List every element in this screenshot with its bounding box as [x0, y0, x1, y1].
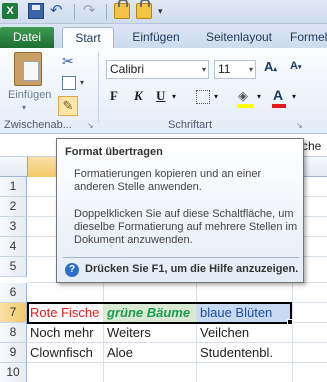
ribbon: Einfügen ▾ ✂ ▾ ✎ Zwischenab... ↘ Calibri… — [0, 48, 327, 134]
row-header[interactable]: 8 — [0, 323, 27, 343]
font-size-value: 11 — [218, 62, 231, 76]
row-header[interactable]: 9 — [0, 343, 27, 363]
shrink-font-icon[interactable]: A▾ — [290, 60, 301, 72]
dialog-launcher-icon[interactable]: ↘ — [296, 121, 303, 130]
cell[interactable]: Noch mehr — [27, 323, 103, 342]
lock-icon[interactable] — [114, 0, 130, 19]
quick-access-toolbar: X ↶ ↷ ▾ — [0, 0, 327, 24]
row-header[interactable]: 6 — [0, 283, 27, 303]
row-header[interactable]: 3 — [0, 217, 27, 237]
font-name-dropdown[interactable]: Calibri ▾ — [106, 60, 209, 79]
cell[interactable]: Clownfisch — [27, 343, 103, 362]
dialog-launcher-icon[interactable]: ↘ — [87, 121, 94, 130]
tab-seitenlayout[interactable]: Seitenlayout — [196, 27, 282, 48]
format-painter-tooltip: Format übertragen Formatierungen kopiere… — [56, 138, 304, 283]
fill-handle[interactable] — [287, 319, 293, 325]
unlock-icon[interactable] — [136, 0, 152, 19]
chevron-down-icon: ▾ — [248, 65, 253, 74]
tab-formeln[interactable]: Formel — [290, 27, 327, 48]
row-header[interactable]: 10 — [0, 363, 27, 382]
row-header[interactable]: 1 — [0, 177, 27, 197]
row-header[interactable]: 2 — [0, 197, 27, 217]
cell[interactable]: Weiters — [104, 323, 196, 342]
cell[interactable]: Veilchen — [197, 323, 292, 342]
row-header[interactable]: 4 — [0, 237, 27, 257]
help-icon: ? — [65, 263, 79, 277]
redo-icon[interactable]: ↷ — [83, 3, 99, 19]
clipboard-group-label: Zwischenab... — [4, 119, 72, 131]
fill-color-icon[interactable]: ◈ — [238, 88, 248, 104]
cut-icon[interactable]: ✂ — [62, 53, 74, 70]
bold-button[interactable]: F — [110, 88, 118, 104]
tab-start[interactable]: Start — [62, 27, 114, 48]
cell[interactable]: Aloe — [104, 343, 196, 362]
customize-toolbar-icon[interactable]: ▾ — [158, 3, 174, 19]
group-divider — [98, 52, 99, 122]
gridline — [27, 362, 327, 363]
tab-datei[interactable]: Datei — [0, 27, 54, 48]
font-group-label: Schriftart — [168, 119, 213, 131]
copy-icon[interactable] — [62, 76, 76, 90]
paste-icon[interactable] — [14, 52, 42, 86]
font-color-swatch — [272, 104, 286, 108]
underline-button[interactable]: U — [156, 88, 165, 104]
tab-einfuegen[interactable]: Einfügen — [124, 27, 188, 48]
grow-font-icon[interactable]: A▴ — [264, 59, 277, 74]
selection-range[interactable] — [27, 302, 292, 324]
tooltip-description: Doppelklicken Sie auf diese Schaltfläche… — [74, 208, 298, 246]
save-icon[interactable] — [28, 3, 44, 19]
format-painter-icon[interactable]: ✎ — [58, 96, 78, 116]
undo-icon[interactable]: ↶ — [50, 3, 66, 19]
ribbon-tabs: Datei Start Einfügen Seitenlayout Formel — [0, 24, 327, 48]
paste-button-label[interactable]: Einfügen — [8, 89, 51, 101]
chevron-down-icon[interactable]: ▾ — [80, 78, 84, 87]
excel-window: X ↶ ↷ ▾ Datei Start Einfügen Seitenlayou… — [0, 0, 327, 382]
font-size-dropdown[interactable]: 11 ▾ — [214, 60, 256, 79]
chevron-down-icon[interactable]: ▾ — [292, 92, 296, 101]
chevron-down-icon[interactable]: ▾ — [257, 92, 261, 101]
borders-icon[interactable] — [196, 90, 210, 104]
chevron-down-icon[interactable]: ▾ — [214, 92, 218, 101]
fill-color-swatch — [237, 104, 253, 108]
chevron-down-icon[interactable]: ▾ — [22, 103, 26, 112]
excel-app-icon[interactable]: X — [2, 3, 18, 19]
toolbar-divider — [74, 4, 75, 20]
italic-button[interactable]: K — [134, 88, 143, 104]
tooltip-divider — [63, 257, 299, 258]
toolbar-divider — [106, 4, 107, 20]
formula-bar-text: che — [302, 139, 322, 153]
chevron-down-icon[interactable]: ▾ — [172, 92, 176, 101]
chevron-down-icon: ▾ — [201, 65, 206, 74]
tooltip-title: Format übertragen — [65, 146, 163, 158]
row-header[interactable]: 7 — [0, 303, 27, 323]
cell[interactable]: Studentenbl. — [197, 343, 292, 362]
row-header[interactable]: 5 — [0, 257, 27, 277]
tooltip-help-text: Drücken Sie F1, um die Hilfe anzuzeigen. — [85, 263, 299, 275]
font-name-value: Calibri — [110, 62, 145, 76]
tooltip-description: Formatierungen kopieren und an einer and… — [74, 168, 262, 193]
font-color-icon[interactable]: A — [273, 87, 283, 103]
